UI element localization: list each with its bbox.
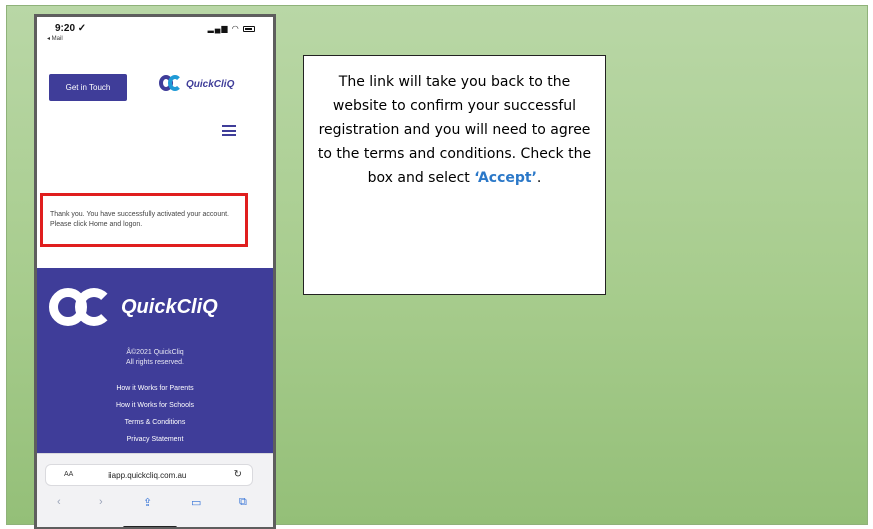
copyright-line: Â©2021 QuickCliq bbox=[126, 349, 184, 356]
instruction-slide: 9:20 ✓ ◂ Mail ▂▄▆ ◠ Get in Touch QuickCl… bbox=[6, 5, 868, 529]
qc-logo-icon bbox=[159, 75, 183, 93]
bookmarks-icon[interactable]: ▭ bbox=[191, 496, 201, 509]
instruction-callout: The link will take you back to the websi… bbox=[303, 55, 606, 295]
wifi-icon: ◠ bbox=[231, 24, 240, 33]
status-bar: 9:20 ✓ ◂ Mail ▂▄▆ ◠ bbox=[37, 17, 273, 45]
footer-logo: QuickCliQ bbox=[49, 286, 218, 328]
copyright: Â©2021 QuickCliq All rights reserved. bbox=[37, 348, 273, 368]
share-icon[interactable]: ⇪ bbox=[143, 496, 152, 509]
status-icons: ▂▄▆ ◠ bbox=[208, 24, 255, 33]
text-size-button[interactable]: AA bbox=[64, 471, 73, 478]
status-time: 9:20 ✓ bbox=[55, 23, 87, 34]
address-bar[interactable]: AA ⅱapp.quickcliq.com.au ↻ bbox=[45, 464, 253, 486]
footer-logo-text: QuickCliQ bbox=[121, 295, 218, 318]
url-value: app.quickcliq.com.au bbox=[111, 471, 187, 480]
quickcliq-logo[interactable]: QuickCliQ bbox=[159, 75, 234, 93]
footer-links: How it Works for Parents How it Works fo… bbox=[37, 380, 273, 448]
hamburger-icon[interactable] bbox=[222, 125, 236, 136]
rights-line: All rights reserved. bbox=[126, 359, 184, 366]
back-icon[interactable]: ‹ bbox=[57, 496, 61, 508]
activation-message: Thank you. You have successfully activat… bbox=[50, 211, 229, 228]
back-to-mail-link[interactable]: ◂ Mail bbox=[47, 35, 63, 42]
browser-nav: ‹ › ⇪ ▭ ⧉ bbox=[37, 496, 273, 512]
activation-message-highlight: Thank you. You have successfully activat… bbox=[40, 193, 248, 247]
callout-end: . bbox=[536, 170, 542, 186]
footer-link-privacy[interactable]: Privacy Statement bbox=[37, 431, 273, 448]
footer-link-parents[interactable]: How it Works for Parents bbox=[37, 380, 273, 397]
battery-icon bbox=[243, 25, 255, 32]
logo-text: QuickCliQ bbox=[186, 78, 235, 90]
qc-logo-icon bbox=[49, 286, 117, 328]
footer-link-schools[interactable]: How it Works for Schools bbox=[37, 397, 273, 414]
accept-highlight: ‘Accept’ bbox=[474, 170, 537, 186]
tabs-icon[interactable]: ⧉ bbox=[239, 496, 247, 509]
reload-icon[interactable]: ↻ bbox=[234, 469, 242, 480]
signal-icon: ▂▄▆ bbox=[207, 24, 229, 33]
url-text: ⅱapp.quickcliq.com.au bbox=[108, 471, 186, 480]
callout-text: The link will take you back to the websi… bbox=[317, 74, 592, 186]
forward-icon[interactable]: › bbox=[99, 496, 103, 508]
get-in-touch-button[interactable]: Get in Touch bbox=[49, 74, 127, 101]
browser-toolbar: AA ⅱapp.quickcliq.com.au ↻ ‹ › ⇪ ▭ ⧉ bbox=[37, 453, 273, 527]
phone-screenshot: 9:20 ✓ ◂ Mail ▂▄▆ ◠ Get in Touch QuickCl… bbox=[34, 14, 276, 529]
footer-link-terms[interactable]: Terms & Conditions bbox=[37, 414, 273, 431]
